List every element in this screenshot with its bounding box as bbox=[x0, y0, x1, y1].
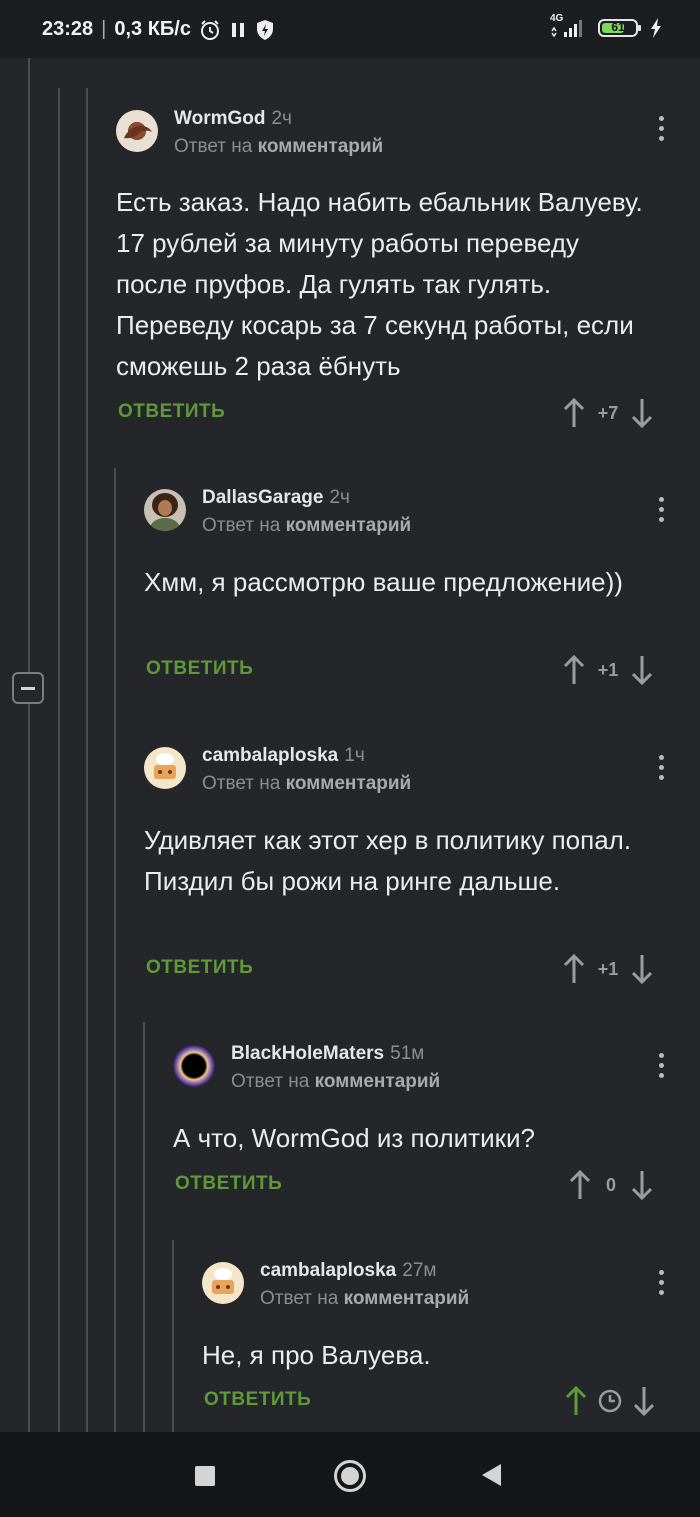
thread-line bbox=[28, 704, 30, 1432]
alarm-icon bbox=[200, 19, 219, 40]
downvote-icon[interactable] bbox=[630, 397, 654, 429]
upvote-icon[interactable] bbox=[562, 654, 586, 686]
reply-button[interactable]: ОТВЕТИТЬ bbox=[204, 1389, 311, 1411]
status-net-speed: 0,3 КБ/с bbox=[114, 18, 191, 40]
comment-text: Удивляет как этот хер в политику попал. … bbox=[144, 825, 632, 896]
comment-username[interactable]: BlackHoleMaters bbox=[231, 1043, 384, 1064]
downvote-icon[interactable] bbox=[632, 1385, 656, 1417]
more-options-icon[interactable] bbox=[659, 116, 665, 146]
comment-time: 2ч bbox=[329, 487, 350, 508]
thread-line bbox=[114, 468, 116, 1432]
reply-to-line: Ответ на комментарий bbox=[260, 1288, 470, 1309]
system-nav-bar bbox=[0, 1432, 700, 1517]
reply-button[interactable]: ОТВЕТИТЬ bbox=[146, 957, 253, 979]
comment: WormGod 2ч Ответ на комментарий Есть зака… bbox=[116, 108, 686, 440]
thread-line bbox=[58, 88, 60, 1432]
avatar[interactable] bbox=[173, 1045, 215, 1087]
avatar[interactable] bbox=[202, 1262, 244, 1304]
more-options-icon[interactable] bbox=[659, 1053, 665, 1083]
reply-button[interactable]: ОТВЕТИТЬ bbox=[118, 401, 225, 423]
comment-text: Хмм, я рассмотрю ваше предложение)) bbox=[144, 567, 623, 597]
reply-target-link[interactable]: комментарий bbox=[258, 136, 384, 157]
recent-apps-icon[interactable] bbox=[195, 1466, 215, 1486]
upvote-icon[interactable] bbox=[564, 1385, 588, 1417]
reply-target-link[interactable]: комментарий bbox=[315, 1071, 441, 1092]
signal-icon: 4G bbox=[550, 13, 586, 39]
comment-username[interactable]: DallasGarage bbox=[202, 487, 323, 508]
downvote-icon[interactable] bbox=[630, 1169, 654, 1201]
status-bar: 23:28 | 0,3 КБ/с 4G 61 bbox=[0, 0, 700, 58]
pause-icon bbox=[231, 22, 244, 37]
comment: cambalaploska 27м Ответ на комментарий Не… bbox=[202, 1260, 686, 1427]
reply-to-line: Ответ на комментарий bbox=[202, 515, 412, 536]
avatar[interactable] bbox=[144, 489, 186, 531]
vote-score: +7 bbox=[597, 402, 619, 423]
comment-time: 27м bbox=[402, 1260, 437, 1281]
more-options-icon[interactable] bbox=[659, 755, 665, 785]
upvote-icon[interactable] bbox=[568, 1169, 592, 1201]
comment-text: А что, WormGod из политики? bbox=[173, 1123, 535, 1153]
status-time: 23:28 bbox=[42, 18, 94, 40]
thread-line bbox=[143, 1022, 145, 1432]
reply-to-line: Ответ на комментарий bbox=[202, 773, 412, 794]
upvote-icon[interactable] bbox=[562, 397, 586, 429]
downvote-icon[interactable] bbox=[630, 654, 654, 686]
battery-level: 61 bbox=[611, 20, 625, 34]
comment: BlackHoleMaters 51м Ответ на комментарий … bbox=[173, 1043, 686, 1220]
avatar[interactable] bbox=[144, 747, 186, 789]
reply-to-line: Ответ на комментарий bbox=[231, 1071, 441, 1092]
comment-username[interactable]: cambalaploska bbox=[202, 745, 338, 766]
upvote-icon[interactable] bbox=[562, 953, 586, 985]
reply-to-line: Ответ на комментарий bbox=[174, 136, 384, 157]
thread-line bbox=[28, 58, 30, 672]
home-icon[interactable] bbox=[334, 1460, 366, 1492]
comment-time: 1ч bbox=[344, 745, 365, 766]
comment-username[interactable]: WormGod bbox=[174, 108, 265, 129]
comment-text: Есть заказ. Надо набить ебальник Валуеву… bbox=[116, 187, 643, 381]
comment-time: 51м bbox=[390, 1043, 425, 1064]
comment-text: Не, я про Валуева. bbox=[202, 1340, 431, 1370]
reply-target-link[interactable]: комментарий bbox=[286, 773, 412, 794]
comment-username[interactable]: cambalaploska bbox=[260, 1260, 396, 1281]
avatar[interactable] bbox=[116, 110, 158, 152]
comment-time: 2ч bbox=[271, 108, 292, 129]
vote-score bbox=[588, 1389, 632, 1413]
thread-line bbox=[86, 88, 88, 1432]
more-options-icon[interactable] bbox=[659, 497, 665, 527]
reply-button[interactable]: ОТВЕТИТЬ bbox=[146, 658, 253, 680]
vote-score: +1 bbox=[597, 659, 619, 680]
vote-score: 0 bbox=[605, 1174, 616, 1195]
reply-target-link[interactable]: комментарий bbox=[286, 515, 412, 536]
more-options-icon[interactable] bbox=[659, 1270, 665, 1300]
shield-icon bbox=[256, 19, 273, 40]
charging-icon bbox=[651, 18, 661, 38]
battery-icon: 61 bbox=[598, 19, 641, 37]
clock-icon bbox=[598, 1389, 622, 1413]
vote-score: +1 bbox=[597, 958, 619, 979]
back-icon[interactable] bbox=[482, 1464, 501, 1486]
comment: cambalaploska 1ч Ответ на комментарий Уди… bbox=[144, 745, 686, 997]
thread-line bbox=[172, 1240, 174, 1432]
downvote-icon[interactable] bbox=[630, 953, 654, 985]
reply-target-link[interactable]: комментарий bbox=[344, 1288, 470, 1309]
comment: DallasGarage 2ч Ответ на комментарий Хмм,… bbox=[144, 487, 686, 699]
reply-button[interactable]: ОТВЕТИТЬ bbox=[175, 1173, 282, 1195]
collapse-thread-button[interactable] bbox=[12, 672, 44, 704]
